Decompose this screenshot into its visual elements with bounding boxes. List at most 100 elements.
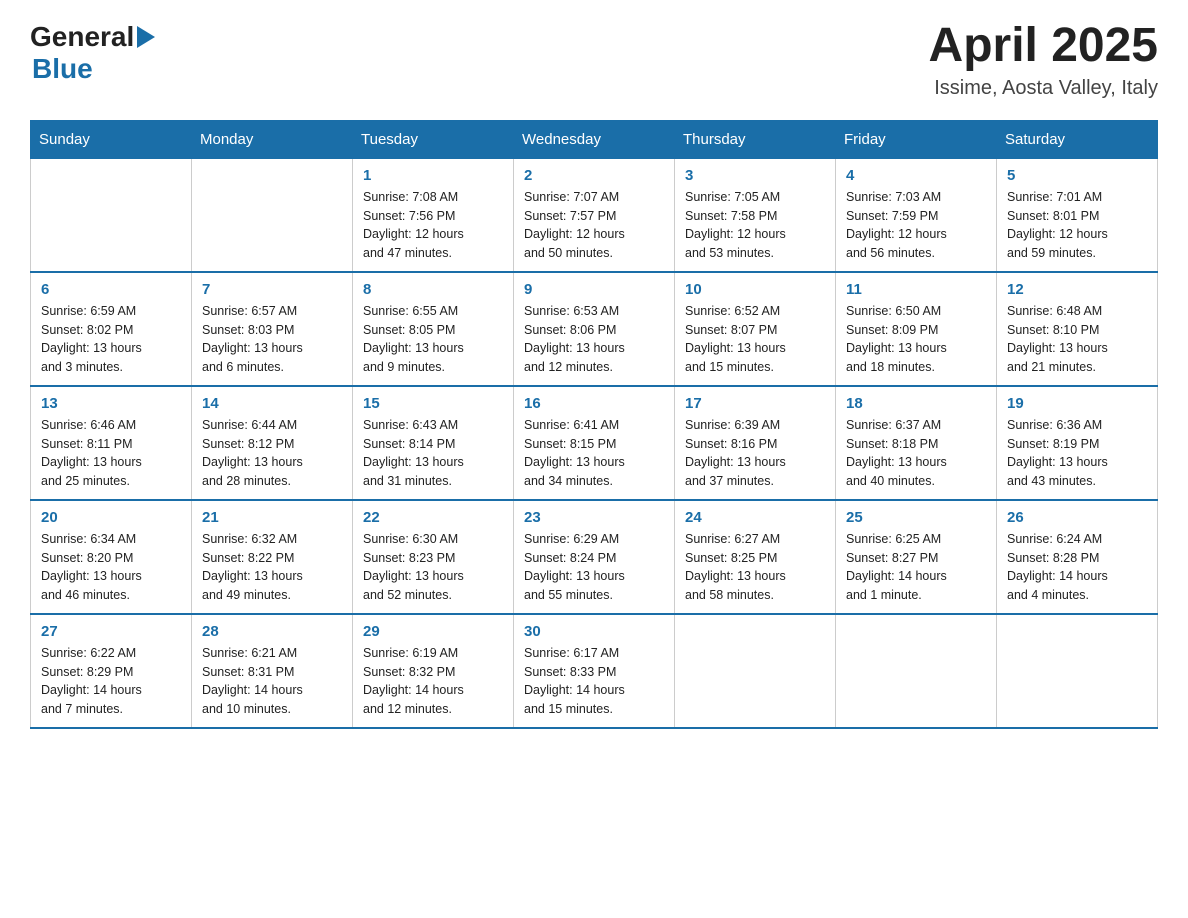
calendar-cell: 16Sunrise: 6:41 AM Sunset: 8:15 PM Dayli… [514, 386, 675, 500]
calendar-cell: 19Sunrise: 6:36 AM Sunset: 8:19 PM Dayli… [997, 386, 1158, 500]
day-number: 17 [685, 395, 825, 412]
day-number: 25 [846, 509, 986, 526]
calendar-cell: 1 Sunrise: 7:08 AM Sunset: 7:56 PM Daylig… [353, 158, 514, 272]
calendar-cell: 24 Sunrise: 6:27 AM Sunset: 8:25 PM Dayli… [675, 500, 836, 614]
day-info: Sunrise: 6:34 AM Sunset: 8:20 PM Dayligh… [41, 530, 181, 605]
page-title: April 2025 [929, 20, 1158, 73]
day-number: 28 [202, 623, 342, 640]
calendar-cell: 3Sunrise: 7:05 AM Sunset: 7:58 PM Daylig… [675, 158, 836, 272]
page-subtitle: Issime, Aosta Valley, Italy [929, 77, 1158, 100]
day-info: Sunrise: 6:44 AM Sunset: 8:12 PM Dayligh… [202, 416, 342, 491]
day-header-thursday: Thursday [675, 120, 836, 158]
day-number: 14 [202, 395, 342, 412]
calendar-cell: 10 Sunrise: 6:52 AM Sunset: 8:07 PM Dayli… [675, 272, 836, 386]
day-number: 9 [524, 281, 664, 298]
day-number: 2 [524, 167, 664, 184]
calendar-cell [675, 614, 836, 728]
calendar-cell: 27 Sunrise: 6:22 AM Sunset: 8:29 PM Dayli… [31, 614, 192, 728]
day-info: Sunrise: 6:59 AM Sunset: 8:02 PM Dayligh… [41, 302, 181, 377]
day-info: Sunrise: 6:39 AM Sunset: 8:16 PM Dayligh… [685, 416, 825, 491]
calendar-cell: 20 Sunrise: 6:34 AM Sunset: 8:20 PM Dayli… [31, 500, 192, 614]
day-number: 21 [202, 509, 342, 526]
day-info: Sunrise: 6:46 AM Sunset: 8:11 PM Dayligh… [41, 416, 181, 491]
logo-blue-text: Blue [32, 53, 93, 84]
day-number: 7 [202, 281, 342, 298]
day-info: Sunrise: 6:32 AM Sunset: 8:22 PM Dayligh… [202, 530, 342, 605]
day-info: Sunrise: 6:27 AM Sunset: 8:25 PM Dayligh… [685, 530, 825, 605]
calendar-cell: 15 Sunrise: 6:43 AM Sunset: 8:14 PM Dayli… [353, 386, 514, 500]
day-info: Sunrise: 6:25 AM Sunset: 8:27 PM Dayligh… [846, 530, 986, 605]
calendar-header: SundayMondayTuesdayWednesdayThursdayFrid… [31, 120, 1158, 158]
day-number: 16 [524, 395, 664, 412]
day-info: Sunrise: 6:57 AM Sunset: 8:03 PM Dayligh… [202, 302, 342, 377]
day-number: 26 [1007, 509, 1147, 526]
calendar-cell: 29Sunrise: 6:19 AM Sunset: 8:32 PM Dayli… [353, 614, 514, 728]
day-info: Sunrise: 6:36 AM Sunset: 8:19 PM Dayligh… [1007, 416, 1147, 491]
day-number: 1 [363, 167, 503, 184]
day-number: 20 [41, 509, 181, 526]
calendar-body: 1 Sunrise: 7:08 AM Sunset: 7:56 PM Daylig… [31, 158, 1158, 728]
calendar-cell: 13 Sunrise: 6:46 AM Sunset: 8:11 PM Dayli… [31, 386, 192, 500]
day-info: Sunrise: 6:30 AM Sunset: 8:23 PM Dayligh… [363, 530, 503, 605]
day-number: 13 [41, 395, 181, 412]
calendar-cell: 14 Sunrise: 6:44 AM Sunset: 8:12 PM Dayli… [192, 386, 353, 500]
calendar-cell: 5 Sunrise: 7:01 AM Sunset: 8:01 PM Daylig… [997, 158, 1158, 272]
day-info: Sunrise: 6:19 AM Sunset: 8:32 PM Dayligh… [363, 644, 503, 719]
day-info: Sunrise: 6:48 AM Sunset: 8:10 PM Dayligh… [1007, 302, 1147, 377]
logo: General Blue [30, 20, 155, 85]
day-number: 6 [41, 281, 181, 298]
title-block: April 2025 Issime, Aosta Valley, Italy [929, 20, 1158, 100]
day-number: 8 [363, 281, 503, 298]
day-info: Sunrise: 6:24 AM Sunset: 8:28 PM Dayligh… [1007, 530, 1147, 605]
calendar-cell: 2Sunrise: 7:07 AM Sunset: 7:57 PM Daylig… [514, 158, 675, 272]
calendar-cell: 12 Sunrise: 6:48 AM Sunset: 8:10 PM Dayli… [997, 272, 1158, 386]
days-of-week-row: SundayMondayTuesdayWednesdayThursdayFrid… [31, 120, 1158, 158]
day-info: Sunrise: 6:43 AM Sunset: 8:14 PM Dayligh… [363, 416, 503, 491]
calendar-cell: 25 Sunrise: 6:25 AM Sunset: 8:27 PM Dayli… [836, 500, 997, 614]
day-info: Sunrise: 6:55 AM Sunset: 8:05 PM Dayligh… [363, 302, 503, 377]
day-info: Sunrise: 6:22 AM Sunset: 8:29 PM Dayligh… [41, 644, 181, 719]
day-header-tuesday: Tuesday [353, 120, 514, 158]
calendar-cell: 7 Sunrise: 6:57 AM Sunset: 8:03 PM Daylig… [192, 272, 353, 386]
calendar-cell: 6 Sunrise: 6:59 AM Sunset: 8:02 PM Daylig… [31, 272, 192, 386]
calendar-week-1: 1 Sunrise: 7:08 AM Sunset: 7:56 PM Daylig… [31, 158, 1158, 272]
calendar-cell: 22 Sunrise: 6:30 AM Sunset: 8:23 PM Dayli… [353, 500, 514, 614]
calendar-cell: 17 Sunrise: 6:39 AM Sunset: 8:16 PM Dayli… [675, 386, 836, 500]
day-number: 3 [685, 167, 825, 184]
day-number: 27 [41, 623, 181, 640]
calendar-cell [836, 614, 997, 728]
day-header-monday: Monday [192, 120, 353, 158]
day-info: Sunrise: 6:52 AM Sunset: 8:07 PM Dayligh… [685, 302, 825, 377]
day-number: 15 [363, 395, 503, 412]
day-number: 5 [1007, 167, 1147, 184]
day-number: 22 [363, 509, 503, 526]
calendar-cell: 18Sunrise: 6:37 AM Sunset: 8:18 PM Dayli… [836, 386, 997, 500]
day-info: Sunrise: 7:01 AM Sunset: 8:01 PM Dayligh… [1007, 188, 1147, 263]
day-number: 30 [524, 623, 664, 640]
day-header-wednesday: Wednesday [514, 120, 675, 158]
day-header-sunday: Sunday [31, 120, 192, 158]
day-info: Sunrise: 7:08 AM Sunset: 7:56 PM Dayligh… [363, 188, 503, 263]
calendar-week-2: 6 Sunrise: 6:59 AM Sunset: 8:02 PM Daylig… [31, 272, 1158, 386]
day-header-saturday: Saturday [997, 120, 1158, 158]
calendar-week-3: 13 Sunrise: 6:46 AM Sunset: 8:11 PM Dayli… [31, 386, 1158, 500]
day-info: Sunrise: 6:53 AM Sunset: 8:06 PM Dayligh… [524, 302, 664, 377]
day-info: Sunrise: 6:50 AM Sunset: 8:09 PM Dayligh… [846, 302, 986, 377]
calendar-week-5: 27 Sunrise: 6:22 AM Sunset: 8:29 PM Dayli… [31, 614, 1158, 728]
day-header-friday: Friday [836, 120, 997, 158]
calendar-cell: 4Sunrise: 7:03 AM Sunset: 7:59 PM Daylig… [836, 158, 997, 272]
day-number: 12 [1007, 281, 1147, 298]
day-number: 10 [685, 281, 825, 298]
calendar-cell: 8 Sunrise: 6:55 AM Sunset: 8:05 PM Daylig… [353, 272, 514, 386]
day-info: Sunrise: 6:17 AM Sunset: 8:33 PM Dayligh… [524, 644, 664, 719]
calendar-table: SundayMondayTuesdayWednesdayThursdayFrid… [30, 120, 1158, 729]
calendar-cell [31, 158, 192, 272]
calendar-week-4: 20 Sunrise: 6:34 AM Sunset: 8:20 PM Dayli… [31, 500, 1158, 614]
logo-general-text: General [30, 21, 134, 53]
day-number: 18 [846, 395, 986, 412]
day-info: Sunrise: 6:21 AM Sunset: 8:31 PM Dayligh… [202, 644, 342, 719]
day-number: 24 [685, 509, 825, 526]
calendar-cell [192, 158, 353, 272]
day-info: Sunrise: 6:29 AM Sunset: 8:24 PM Dayligh… [524, 530, 664, 605]
calendar-cell: 26 Sunrise: 6:24 AM Sunset: 8:28 PM Dayli… [997, 500, 1158, 614]
